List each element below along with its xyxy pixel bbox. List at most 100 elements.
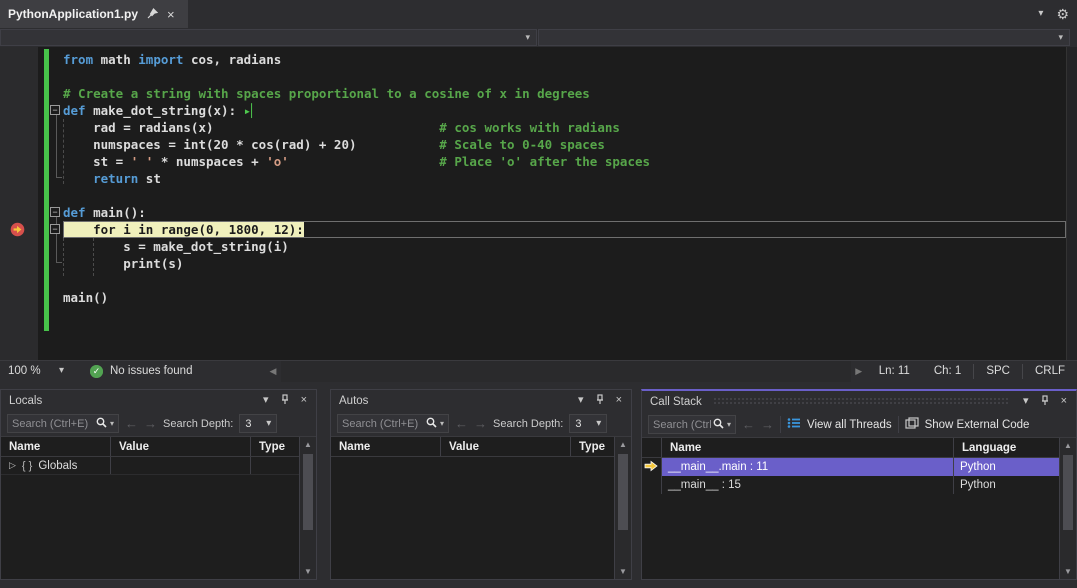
nav-scope-dropdown[interactable]: ▾ — [0, 29, 537, 46]
view-all-threads-button[interactable]: View all Threads — [787, 417, 892, 432]
search-icon[interactable] — [713, 416, 724, 434]
window-position-icon[interactable]: ▾ — [1020, 396, 1032, 407]
code-line[interactable]: numspaces = int(20 * cos(rad) + 20) # Sc… — [63, 136, 1066, 153]
code-line[interactable]: st = ' ' * numspaces + 'o' # Place 'o' a… — [63, 153, 1066, 170]
scroll-up-icon[interactable]: ▲ — [1060, 438, 1076, 453]
pin-icon[interactable] — [147, 8, 158, 21]
scroll-up-icon[interactable]: ▲ — [300, 437, 316, 452]
window-position-icon[interactable]: ▾ — [575, 395, 587, 406]
code-line[interactable]: from math import cos, radians — [63, 51, 1066, 68]
code-area[interactable]: from math import cos, radians # Create a … — [0, 47, 1066, 360]
forward-icon[interactable]: → — [144, 416, 157, 431]
drag-handle-dots[interactable] — [713, 397, 1009, 406]
pin-icon[interactable] — [592, 394, 608, 408]
column-header-name[interactable]: Name — [1, 437, 111, 456]
scroll-right-icon[interactable]: ▶ — [851, 366, 867, 377]
pin-icon[interactable] — [1037, 395, 1053, 409]
locals-title-bar[interactable]: Locals ▾ × — [1, 390, 316, 411]
scroll-down-icon[interactable]: ▼ — [300, 564, 316, 579]
scroll-down-icon[interactable]: ▼ — [1060, 564, 1076, 579]
chevron-down-icon[interactable]: ▾ — [440, 420, 444, 428]
locals-vertical-scrollbar[interactable]: ▲ ▼ — [299, 437, 316, 579]
stack-frame-row[interactable]: __main__.main : 11 Python — [642, 458, 1059, 476]
code-editor[interactable]: from math import cos, radians # Create a … — [0, 47, 1077, 360]
code-line[interactable]: rad = radians(x) # cos works with radian… — [63, 119, 1066, 136]
close-icon[interactable]: × — [167, 8, 175, 21]
scrollbar-thumb[interactable] — [1063, 455, 1073, 530]
search-depth-label: Search Depth: — [493, 418, 563, 430]
call-stack-vertical-scrollbar[interactable]: ▲ ▼ — [1059, 438, 1076, 579]
column-header-language[interactable]: Language — [954, 438, 1059, 457]
call-stack-search-box[interactable]: ▾ — [648, 415, 736, 434]
autos-title-bar[interactable]: Autos ▾ × — [331, 390, 631, 411]
search-icon[interactable] — [96, 415, 107, 433]
code-line[interactable] — [63, 272, 1066, 289]
close-icon[interactable]: × — [613, 395, 625, 406]
locals-row-globals[interactable]: ▷ { } Globals — [1, 457, 299, 475]
back-icon[interactable]: ← — [455, 416, 468, 431]
code-line[interactable]: −def make_dot_string(x): ▸▏ — [63, 102, 1066, 119]
locals-search-box[interactable]: ▾ — [7, 414, 119, 433]
search-input[interactable] — [342, 418, 426, 430]
external-code-icon — [905, 417, 919, 432]
forward-icon[interactable]: → — [474, 416, 487, 431]
spaces-indicator[interactable]: SPC — [974, 361, 1022, 382]
code-line[interactable]: − for i in range(0, 1800, 12): — [63, 221, 1066, 238]
column-header-name[interactable]: Name — [662, 438, 954, 457]
code-line[interactable]: return st — [63, 170, 1066, 187]
search-depth-dropdown[interactable]: 3 ▾ — [569, 414, 607, 433]
document-tab-strip: PythonApplication1.py × ▾ ⚙ — [0, 0, 1077, 28]
nav-member-dropdown[interactable]: ▾ — [538, 29, 1070, 46]
column-header-name[interactable]: Name — [331, 437, 441, 456]
scroll-up-icon[interactable]: ▲ — [615, 437, 631, 452]
line-ending-indicator[interactable]: CRLF — [1023, 361, 1077, 382]
code-line[interactable]: main() — [63, 289, 1066, 306]
column-header-type[interactable]: Type — [571, 437, 614, 456]
fold-toggle-icon[interactable]: − — [50, 224, 60, 234]
fold-toggle-icon[interactable]: − — [50, 207, 60, 217]
column-indicator: Ch: 1 — [922, 361, 974, 382]
call-stack-title-bar[interactable]: Call Stack ▾ × — [642, 391, 1076, 412]
zoom-dropdown[interactable]: 100 % ▾ — [0, 361, 72, 382]
tab-title: PythonApplication1.py — [8, 7, 138, 21]
close-icon[interactable]: × — [298, 395, 310, 406]
editor-vertical-scrollbar[interactable] — [1066, 47, 1077, 360]
forward-icon[interactable]: → — [761, 417, 774, 432]
chevron-down-icon[interactable]: ▾ — [727, 421, 731, 429]
scroll-left-icon[interactable]: ◀ — [265, 366, 281, 377]
stack-frame-row[interactable]: __main__ : 15 Python — [642, 476, 1059, 494]
document-list-dropdown-icon[interactable]: ▾ — [1038, 9, 1043, 19]
scrollbar-thumb[interactable] — [303, 454, 313, 530]
column-header-value[interactable]: Value — [111, 437, 251, 456]
code-line[interactable]: print(s) — [63, 255, 1066, 272]
tab-pythonapplication1[interactable]: PythonApplication1.py × — [0, 0, 188, 28]
column-header-type[interactable]: Type — [251, 437, 299, 456]
gear-icon[interactable]: ⚙ — [1056, 7, 1069, 21]
search-input[interactable] — [653, 419, 713, 431]
code-line[interactable] — [63, 187, 1066, 204]
panel-title: Call Stack — [650, 396, 702, 408]
search-input[interactable] — [12, 418, 96, 430]
code-line[interactable]: s = make_dot_string(i) — [63, 238, 1066, 255]
scroll-down-icon[interactable]: ▼ — [615, 564, 631, 579]
close-icon[interactable]: × — [1058, 396, 1070, 407]
fold-toggle-icon[interactable]: − — [50, 105, 60, 115]
scrollbar-thumb[interactable] — [618, 454, 628, 530]
pin-icon[interactable] — [277, 394, 293, 408]
search-depth-dropdown[interactable]: 3 ▾ — [239, 414, 277, 433]
chevron-down-icon[interactable]: ▾ — [110, 420, 114, 428]
code-line[interactable]: −def main(): — [63, 204, 1066, 221]
column-header-value[interactable]: Value — [441, 437, 571, 456]
back-icon[interactable]: ← — [742, 417, 755, 432]
health-indicator[interactable]: ✓ No issues found — [90, 365, 265, 378]
expander-icon[interactable]: ▷ — [9, 460, 16, 471]
autos-search-box[interactable]: ▾ — [337, 414, 449, 433]
code-line[interactable] — [63, 68, 1066, 85]
show-external-code-button[interactable]: Show External Code — [905, 417, 1030, 432]
back-icon[interactable]: ← — [125, 416, 138, 431]
horizontal-scrollbar[interactable] — [281, 361, 851, 382]
code-line[interactable]: # Create a string with spaces proportion… — [63, 85, 1066, 102]
autos-vertical-scrollbar[interactable]: ▲ ▼ — [614, 437, 631, 579]
window-position-icon[interactable]: ▾ — [260, 395, 272, 406]
search-icon[interactable] — [426, 415, 437, 433]
